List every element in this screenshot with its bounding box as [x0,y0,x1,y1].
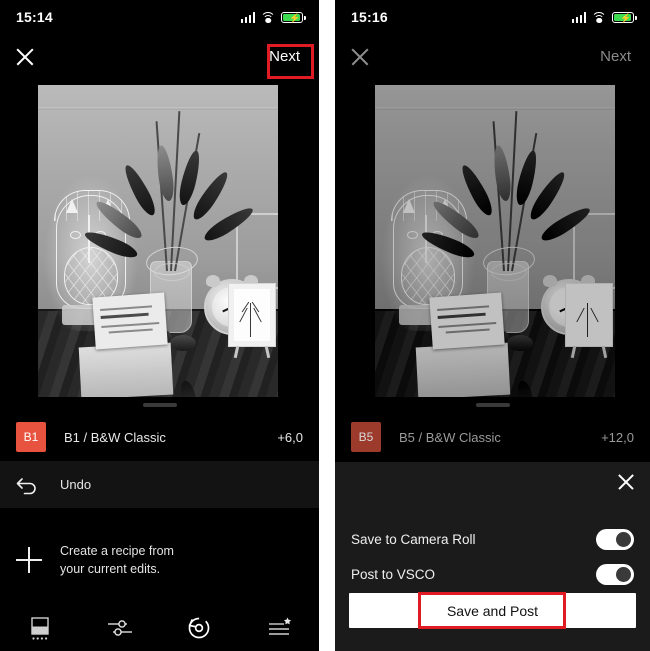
option-label: Save to Camera Roll [351,531,476,547]
wifi-icon [591,11,607,23]
save-options-sheet: Save to Camera Roll Post to VSCO Save an… [335,462,650,651]
nav-bar: Next [335,40,650,80]
cellular-bars-icon [240,11,255,23]
close-x-icon[interactable] [349,46,371,68]
paper-sheet [415,342,511,397]
close-x-icon[interactable] [616,472,636,492]
bottom-tab-bar [0,605,319,651]
preset-chip[interactable]: B1 [16,422,46,452]
preset-name: B1 / B&W Classic [64,429,166,445]
preset-summary-row[interactable]: B1 B1 / B&W Classic +6,0 [0,415,319,459]
wifi-icon [260,11,276,23]
picture-frame [565,283,613,359]
sliders-icon [107,620,132,636]
product-tag [429,292,505,350]
create-recipe-row[interactable]: Create a recipe from your current edits. [0,530,319,590]
undo-row[interactable]: Undo [0,461,319,508]
undo-arrow-icon [16,475,40,495]
left-screen: 15:14 ⚡ Next B1 B1 / B&W Classic +6,0 Un… [0,0,319,651]
option-label: Post to VSCO [351,566,436,582]
history-undo-icon [189,617,210,639]
next-button: Next [600,48,631,65]
option-save-to-camera-roll[interactable]: Save to Camera Roll [335,522,650,556]
plus-icon [16,547,42,573]
status-icon-group: ⚡ [240,11,306,23]
sheet-drag-handle [475,403,510,407]
picture-frame [228,283,276,359]
close-x-icon[interactable] [14,46,36,68]
product-tag [92,292,168,350]
option-post-to-vsco[interactable]: Post to VSCO [335,557,650,591]
save-and-post-button[interactable]: Save and Post [349,593,636,628]
battery-charging-icon: ⚡ [281,11,306,23]
preset-name: B5 / B&W Classic [399,429,501,445]
paper-sheet [78,342,174,397]
nav-bar: Next [0,40,319,80]
status-icon-group: ⚡ [571,11,637,23]
preset-chip: B5 [351,422,381,452]
next-button[interactable]: Next [263,44,306,69]
presets-square-icon [31,617,49,640]
status-time: 15:14 [16,9,53,25]
save-and-post-label: Save and Post [446,602,539,619]
photo-preview [375,85,615,397]
save-to-camera-roll-toggle[interactable] [596,528,634,550]
create-recipe-line2: your current edits. [60,562,161,576]
recipes-star-icon [269,617,292,635]
cellular-bars-icon [571,11,586,23]
photo-preview[interactable] [38,85,278,397]
status-time: 15:16 [351,9,388,25]
create-recipe-text: Create a recipe from your current edits. [60,542,174,578]
sheet-drag-handle[interactable] [142,403,177,407]
tab-history[interactable] [160,605,240,651]
battery-charging-icon: ⚡ [612,11,637,23]
preset-summary-row: B5 B5 / B&W Classic +12,0 [335,415,650,459]
create-recipe-line1: Create a recipe from [60,544,174,558]
edited-photo [38,85,278,397]
preset-value: +12,0 [601,429,634,445]
edited-photo [375,85,615,397]
status-bar: 15:16 ⚡ [335,0,650,34]
status-bar: 15:14 ⚡ [0,0,319,34]
post-to-vsco-toggle[interactable] [596,563,634,585]
screenshot-stage: 15:14 ⚡ Next B1 B1 / B&W Classic +6,0 Un… [0,0,650,651]
tab-adjust[interactable] [80,605,160,651]
preset-value: +6,0 [277,429,303,445]
right-screen: 15:16 ⚡ Next B5 B5 / B&W Classic +12,0 S… [335,0,650,651]
tab-recipes[interactable] [239,605,319,651]
tab-presets[interactable] [0,605,80,651]
undo-label: Undo [60,477,92,492]
